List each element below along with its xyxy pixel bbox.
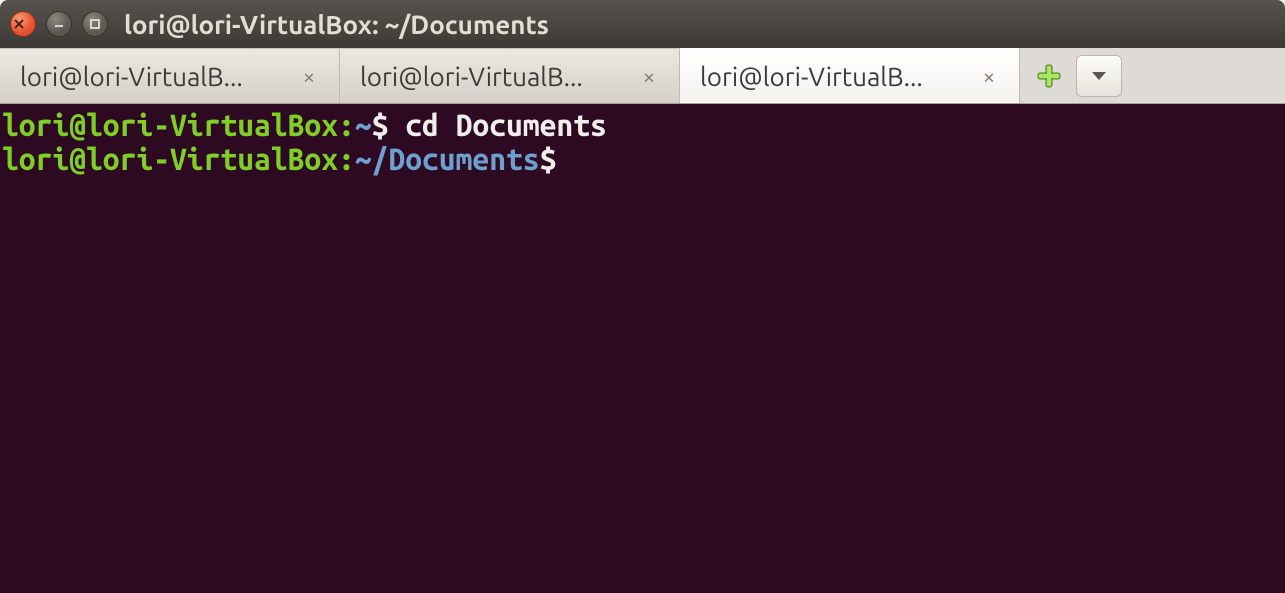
prompt-sep: : [338,142,355,176]
window-controls [10,11,108,37]
new-tab-button[interactable] [1032,59,1066,93]
prompt-user: lori@lori-VirtualBox [2,108,338,142]
minimize-icon [53,18,65,30]
chevron-down-icon [1091,71,1107,81]
titlebar[interactable]: lori@lori-VirtualBox: ~/Documents [0,0,1285,48]
maximize-icon [89,18,101,30]
tab-menu-button[interactable] [1076,55,1122,97]
prompt-dollar: $ [372,108,406,142]
close-icon [13,18,25,30]
prompt-user: lori@lori-VirtualBox [2,142,338,176]
tab-close-button[interactable]: × [637,64,661,89]
prompt-dollar: $ [540,142,574,176]
plus-icon [1035,62,1063,90]
tab-2[interactable]: lori@lori-VirtualB... × [340,48,680,103]
tab-label: lori@lori-VirtualB... [360,62,627,91]
prompt-path: ~/Documents [355,142,540,176]
command-text: cd Documents [405,108,607,142]
tab-close-button[interactable]: × [977,64,1001,89]
tab-label: lori@lori-VirtualB... [700,62,967,91]
terminal-viewport[interactable]: lori@lori-VirtualBox:~$ cd Documents lor… [0,104,1285,593]
prompt-path: ~ [355,108,372,142]
tab-label: lori@lori-VirtualB... [20,62,287,91]
tab-3[interactable]: lori@lori-VirtualB... × [680,48,1020,103]
terminal-window: lori@lori-VirtualBox: ~/Documents lori@l… [0,0,1285,593]
maximize-window-button[interactable] [82,11,108,37]
prompt-sep: : [338,108,355,142]
tab-close-button[interactable]: × [297,64,321,89]
tab-1[interactable]: lori@lori-VirtualB... × [0,48,340,103]
tab-bar: lori@lori-VirtualB... × lori@lori-Virtua… [0,48,1285,104]
close-window-button[interactable] [10,11,36,37]
tab-actions [1020,48,1134,103]
minimize-window-button[interactable] [46,11,72,37]
window-title: lori@lori-VirtualBox: ~/Documents [124,10,549,39]
